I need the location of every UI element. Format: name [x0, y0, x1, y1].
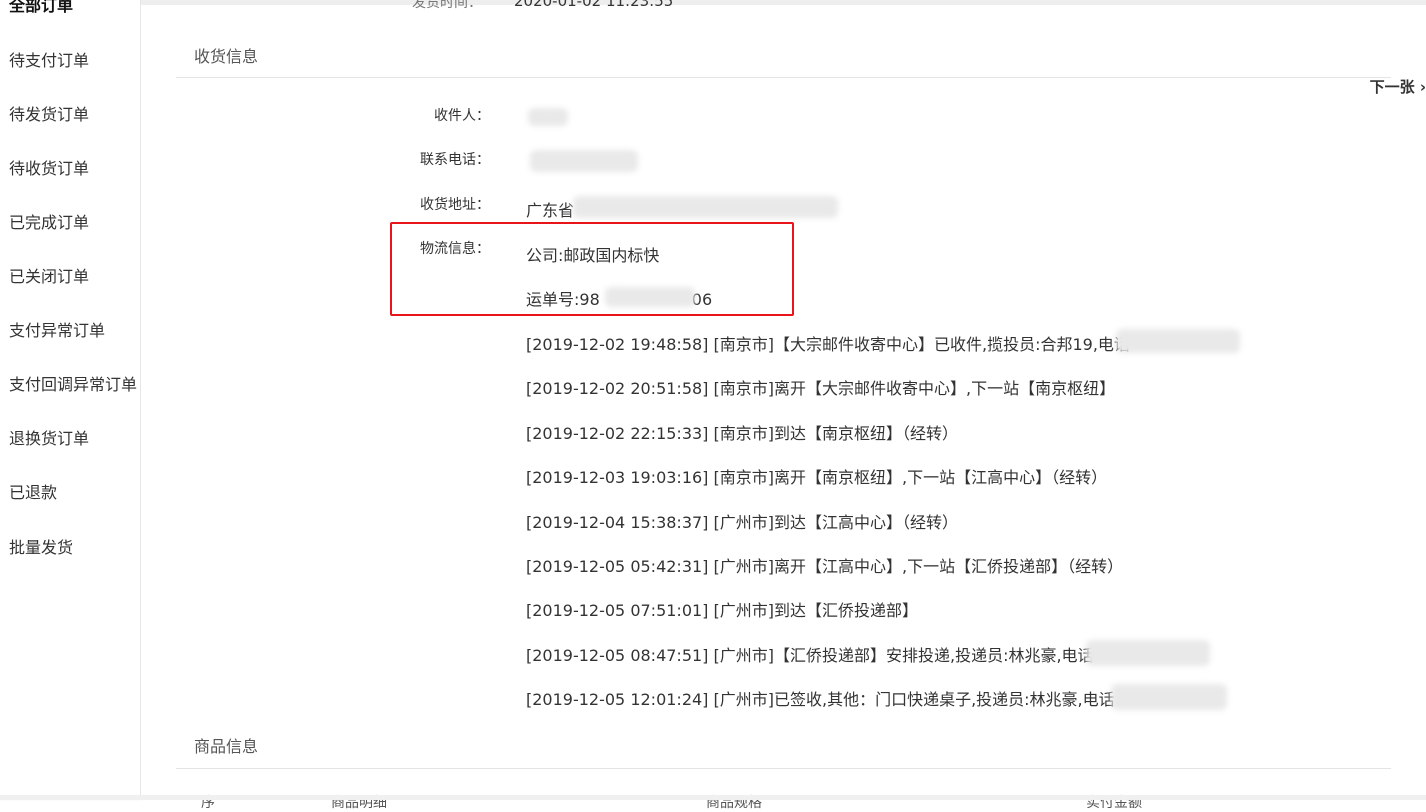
- tracking-event-8-redaction: [1086, 640, 1210, 666]
- address-redaction: [573, 196, 838, 218]
- sidebar-item-returns[interactable]: 退换货订单: [9, 425, 89, 449]
- sidebar: 全部订单 待支付订单 待发货订单 待收货订单 已完成订单 已关闭订单 支付异常订…: [0, 0, 141, 800]
- next-button[interactable]: 下一张 ›: [1370, 76, 1426, 97]
- tracking-event-2: [2019-12-02 20:51:58] [南京市]离开【大宗邮件收寄中心】,…: [526, 379, 1116, 398]
- tracking-event-8: [2019-12-05 08:47:51] [广州市]【汇侨投递部】安排投递,投…: [526, 646, 1094, 665]
- sidebar-item-closed[interactable]: 已关闭订单: [9, 263, 89, 287]
- receiving-divider: [176, 77, 1391, 78]
- goods-divider: [176, 768, 1391, 769]
- address-label: 收货地址：: [420, 197, 490, 213]
- receiving-section-title: 收货信息: [194, 47, 259, 66]
- main-content: 发货时间： 2020-01-02 11:23:55 收货信息 下一张 › 收件人…: [141, 0, 1426, 811]
- address-value: 广东省: [526, 201, 575, 220]
- sidebar-item-pending-shipment[interactable]: 待发货订单: [9, 101, 89, 125]
- phone-label: 联系电话：: [420, 152, 490, 168]
- sidebar-item-payment-exception[interactable]: 支付异常订单: [9, 317, 105, 341]
- sidebar-item-completed[interactable]: 已完成订单: [9, 209, 89, 233]
- recipient-redaction: [528, 108, 568, 126]
- sidebar-item-all-orders[interactable]: 全部订单: [9, 0, 73, 16]
- tracking-number-redaction: [605, 287, 695, 307]
- tracking-number-prefix: 运单号:98: [526, 290, 600, 309]
- phone-redaction: [530, 150, 638, 172]
- tracking-event-7: [2019-12-05 07:51:01] [广州市]到达【汇侨投递部】: [526, 601, 918, 620]
- recipient-label: 收件人：: [434, 108, 490, 124]
- sidebar-item-batch-ship[interactable]: 批量发货: [9, 534, 73, 558]
- goods-section-title: 商品信息: [194, 737, 259, 756]
- tracking-event-4: [2019-12-03 19:03:16] [南京市]离开【南京枢纽】,下一站【…: [526, 468, 1108, 487]
- tracking-event-5: [2019-12-04 15:38:37] [广州市]到达【江高中心】（经转）: [526, 513, 958, 532]
- tracking-event-3: [2019-12-02 22:15:33] [南京市]到达【南京枢纽】（经转）: [526, 424, 958, 443]
- tracking-event-1-redaction: [1116, 329, 1240, 353]
- tracking-event-9-redaction: [1111, 684, 1227, 710]
- sidebar-item-pending-receipt[interactable]: 待收货订单: [9, 155, 89, 179]
- logistics-company: 公司:邮政国内标快: [526, 246, 660, 265]
- sidebar-item-pending-payment[interactable]: 待支付订单: [9, 47, 89, 71]
- tracking-event-1: [2019-12-02 19:48:58] [南京市]【大宗邮件收寄中心】已收件…: [526, 335, 1130, 354]
- sidebar-item-callback-exception[interactable]: 支付回调异常订单: [9, 371, 137, 395]
- logistics-label: 物流信息：: [420, 241, 490, 257]
- sidebar-item-refunded[interactable]: 已退款: [9, 479, 57, 503]
- bottom-strip: [0, 795, 1426, 800]
- ship-time-value: 2020-01-02 11:23:55: [514, 0, 674, 10]
- tracking-event-6: [2019-12-05 05:42:31] [广州市]离开【江高中心】,下一站【…: [526, 557, 1124, 576]
- top-strip: [141, 0, 1426, 5]
- tracking-event-9: [2019-12-05 12:01:24] [广州市]已签收,其他：门口快递桌子…: [526, 690, 1115, 709]
- ship-time-label: 发货时间：: [412, 0, 482, 11]
